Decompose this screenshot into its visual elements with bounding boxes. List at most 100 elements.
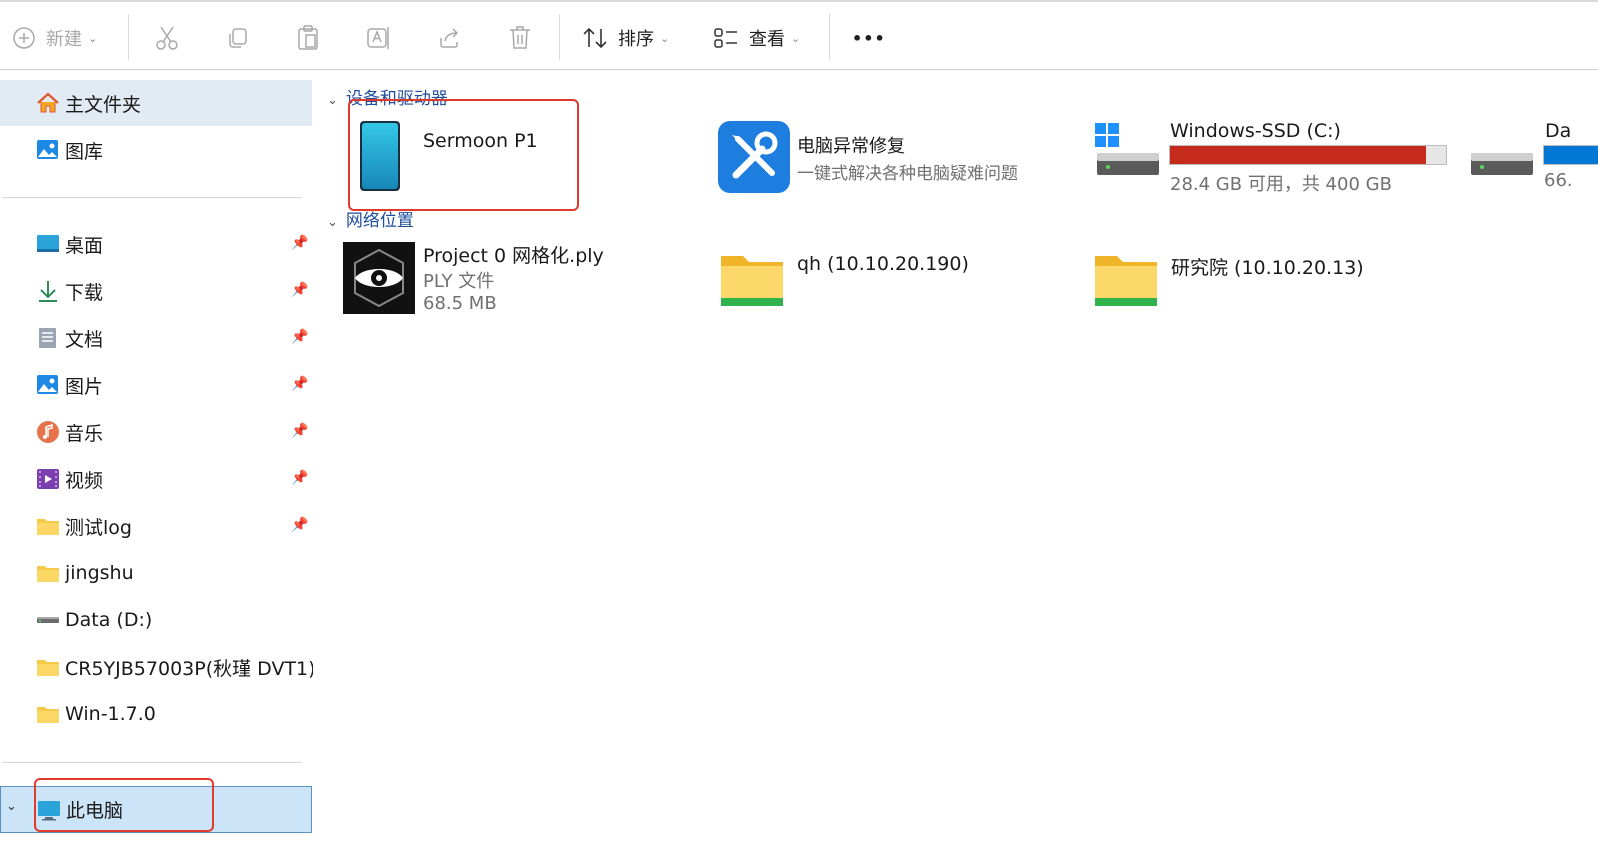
pin-icon: 📌 <box>291 517 309 533</box>
sidebar-divider <box>2 197 302 198</box>
network-folder-icon <box>719 250 785 316</box>
group-header-label: 网络位置 <box>345 211 414 231</box>
gallery-icon <box>36 138 60 162</box>
sidebar-item-pictures[interactable]: 图片 📌 <box>0 362 312 408</box>
share-icon <box>437 26 461 50</box>
scissors-icon <box>155 25 179 51</box>
highlight-box <box>348 99 579 211</box>
sidebar-item-label: 主文件夹 <box>65 93 142 116</box>
file-size: 68.5 MB <box>423 293 497 314</box>
sidebar-divider <box>2 762 302 763</box>
drive-usage-fill <box>1170 146 1427 164</box>
sidebar-item-label: CR5YJB57003P(秋瑾 DVT1) 机 <box>65 657 313 680</box>
sidebar-item-folder[interactable]: 测试log 📌 <box>0 503 312 549</box>
network-folder-name: 研究院 (10.10.20.13) <box>1171 257 1364 279</box>
windows-drive-icon <box>1095 121 1161 185</box>
network-folder-qh[interactable]: qh (10.10.20.190) <box>719 248 1049 318</box>
pin-icon: 📌 <box>291 423 309 439</box>
sidebar-item-label: 音乐 <box>65 422 104 445</box>
drive-usage-bar <box>1169 145 1447 165</box>
sidebar-item-downloads[interactable]: 下载 📌 <box>0 268 312 314</box>
sidebar-item-label: 文档 <box>65 328 104 351</box>
file-type: PLY 文件 <box>423 271 495 292</box>
sidebar-item-folder[interactable]: Win-1.7.0 <box>0 691 312 737</box>
sidebar-item-documents[interactable]: 文档 📌 <box>0 315 312 361</box>
sidebar-item-label: 桌面 <box>65 234 104 257</box>
share-button[interactable] <box>437 20 461 56</box>
sidebar-item-label: 下载 <box>65 281 104 304</box>
chevron-down-icon: ⌄ <box>791 31 801 45</box>
toolbar-divider <box>128 14 129 60</box>
sidebar-item-videos[interactable]: 视频 📌 <box>0 456 312 502</box>
sidebar-item-desktop[interactable]: 桌面 📌 <box>0 221 312 267</box>
sidebar-item-gallery[interactable]: 图库 <box>0 127 312 173</box>
new-button-label: 新建 <box>46 29 82 50</box>
pin-icon: 📌 <box>291 376 309 392</box>
command-bar: 新建 ⌄ 排序 ⌄ 查看 ⌄ ••• <box>0 0 1598 70</box>
repair-tools-icon <box>718 121 790 197</box>
sidebar-item-drive-d[interactable]: Data (D:) <box>0 597 312 643</box>
view-button-label: 查看 <box>749 29 785 50</box>
pin-icon: 📌 <box>291 282 309 298</box>
content-pane: ⌄设备和驱动器 Sermoon P1 电脑异常修复 一键式解决各种电脑疑难问题 <box>315 70 1598 864</box>
drive-icon <box>1469 121 1535 185</box>
download-icon <box>36 279 60 303</box>
drive-tile-d[interactable]: Da 66. <box>1467 115 1598 200</box>
sidebar-item-label: 视频 <box>65 469 104 492</box>
videos-icon <box>36 467 60 491</box>
network-folder-yanjiuyuan[interactable]: 研究院 (10.10.20.13) <box>1093 248 1423 318</box>
drive-name: Da <box>1545 120 1572 142</box>
app-description: 一键式解决各种电脑疑难问题 <box>797 164 1018 184</box>
sidebar-item-label: Data (D:) <box>65 609 153 631</box>
eye-cube-icon <box>343 242 415 318</box>
file-name: Project 0 网格化.ply <box>423 245 604 267</box>
folder-icon <box>36 702 60 726</box>
drive-tile-c[interactable]: Windows-SSD (C:) 28.4 GB 可用，共 400 GB <box>1093 115 1453 200</box>
app-name: 电脑异常修复 <box>797 136 905 157</box>
view-button[interactable]: 查看 ⌄ <box>713 20 800 56</box>
drive-usage-bar <box>1543 145 1598 165</box>
chevron-down-icon: ⌄ <box>88 31 98 45</box>
file-tile-project-ply[interactable]: Project 0 网格化.ply PLY 文件 68.5 MB <box>343 238 673 318</box>
drive-name: Windows-SSD (C:) <box>1170 120 1341 142</box>
chevron-down-icon: ⌄ <box>327 215 338 230</box>
desktop-icon <box>36 232 60 256</box>
sidebar-item-folder[interactable]: CR5YJB57003P(秋瑾 DVT1) 机 <box>0 644 313 690</box>
copy-icon <box>226 26 250 50</box>
chevron-down-icon[interactable]: ⌄ <box>6 799 17 814</box>
sidebar-item-label: Win-1.7.0 <box>65 703 156 725</box>
clipboard-icon <box>296 25 320 51</box>
documents-icon <box>36 326 60 350</box>
sidebar-item-folder[interactable]: jingshu <box>0 550 312 596</box>
rename-button[interactable] <box>366 20 392 56</box>
pictures-icon <box>36 373 60 397</box>
sidebar-item-home[interactable]: 主文件夹 <box>0 80 312 126</box>
trash-icon <box>508 25 532 51</box>
folder-icon <box>36 655 60 679</box>
toolbar-divider <box>829 14 830 60</box>
home-icon <box>36 91 60 115</box>
chevron-down-icon: ⌄ <box>327 93 338 108</box>
rename-icon <box>366 25 392 51</box>
sidebar-item-music[interactable]: 音乐 📌 <box>0 409 312 455</box>
sort-icon <box>582 26 608 50</box>
navigation-pane: 主文件夹 图库 桌面 📌 下载 📌 文档 📌 图片 📌 音乐 📌 视频 📌 测试… <box>0 70 314 864</box>
cut-button[interactable] <box>155 20 179 56</box>
network-folder-icon <box>1093 250 1159 316</box>
group-header-network[interactable]: ⌄ 网络位置 <box>327 206 414 231</box>
new-button[interactable]: 新建 ⌄ <box>12 20 97 56</box>
toolbar-divider <box>559 14 560 60</box>
music-icon <box>36 420 60 444</box>
view-list-icon <box>713 26 739 50</box>
folder-icon <box>36 514 60 538</box>
pin-icon: 📌 <box>291 470 309 486</box>
paste-button[interactable] <box>296 20 320 56</box>
more-icon: ••• <box>852 28 886 48</box>
drive-free-space: 28.4 GB 可用，共 400 GB <box>1170 174 1392 195</box>
app-tile-pc-repair[interactable]: 电脑异常修复 一键式解决各种电脑疑难问题 <box>715 118 1055 193</box>
drive-icon <box>36 608 60 632</box>
delete-button[interactable] <box>508 20 532 56</box>
copy-button[interactable] <box>226 20 250 56</box>
more-options-button[interactable]: ••• <box>852 20 886 56</box>
sort-button[interactable]: 排序 ⌄ <box>582 20 669 56</box>
